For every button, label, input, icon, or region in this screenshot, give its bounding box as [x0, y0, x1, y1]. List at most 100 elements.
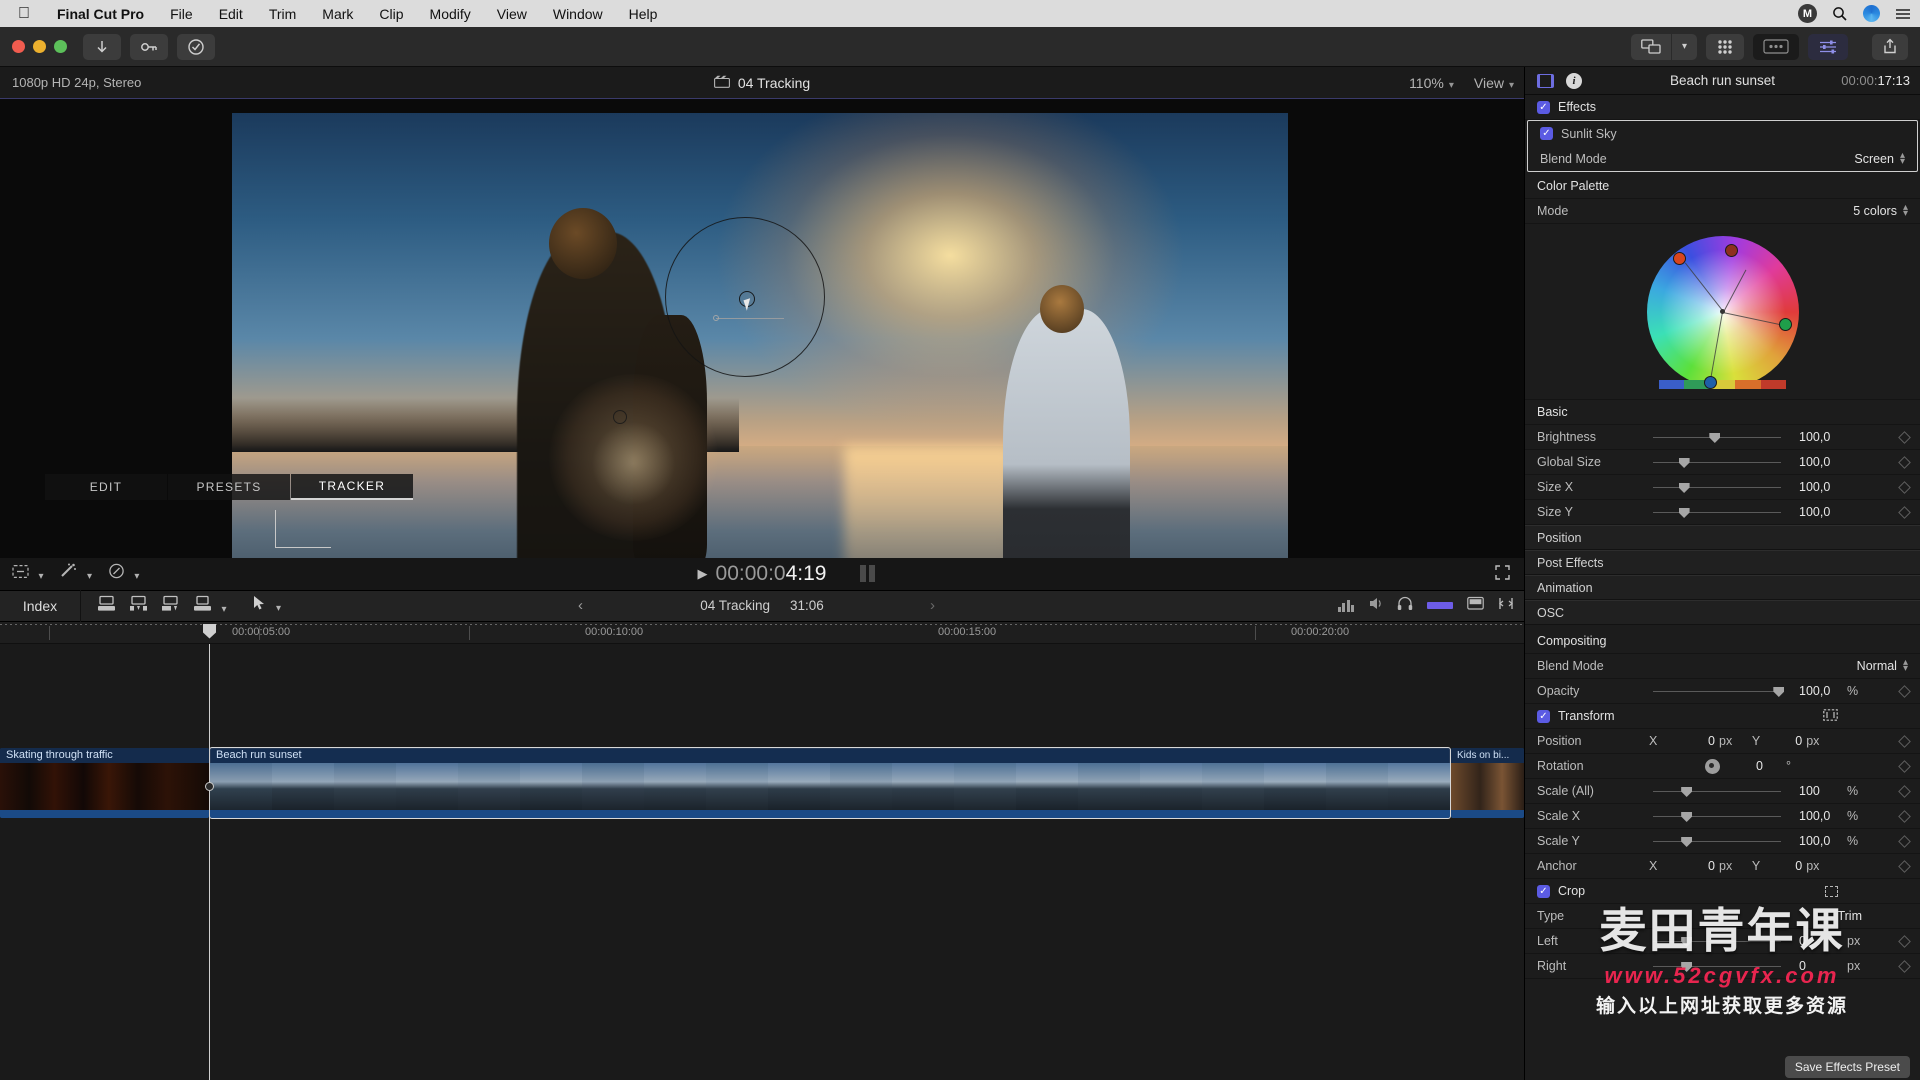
keyframe-icon[interactable] — [1898, 784, 1911, 798]
tracker-corner-handle[interactable] — [275, 509, 331, 548]
keyframe-icon[interactable] — [1898, 505, 1911, 519]
keyframe-icon[interactable] — [1898, 480, 1911, 494]
keyframe-icon[interactable] — [1898, 859, 1911, 873]
fullscreen-icon[interactable] — [1495, 564, 1510, 583]
tab-tracker[interactable]: TRACKER — [291, 473, 413, 500]
keyframe-icon[interactable] — [1898, 834, 1911, 848]
swatch-1[interactable] — [1658, 380, 1685, 389]
size-y-slider[interactable] — [1653, 506, 1781, 518]
keyframe-icon[interactable] — [1898, 455, 1911, 469]
timeline-playhead[interactable] — [203, 623, 216, 1080]
crop-left-slider[interactable] — [1653, 935, 1781, 947]
section-post-effects[interactable]: Post Effects — [1525, 550, 1920, 575]
transform-anchor-row[interactable]: Anchor X 0 px Y 0 px — [1525, 854, 1920, 879]
transform-rotation-row[interactable]: Rotation 0 ° — [1525, 754, 1920, 779]
compositing-opacity-row[interactable]: Opacity 100,0 % — [1525, 679, 1920, 704]
chevron-right-icon[interactable]: › — [930, 597, 935, 614]
section-animation[interactable]: Animation — [1525, 575, 1920, 600]
osc-handle-line[interactable] — [716, 318, 784, 319]
transform-scale-y-row[interactable]: Scale Y 100,0 % — [1525, 829, 1920, 854]
osc-small-circle[interactable] — [613, 410, 627, 424]
timeline-pane[interactable]: 00:00:05:00 00:00:10:00 00:00:15:00 00:0… — [0, 621, 1524, 1080]
zoom-level-popup[interactable]: 110% ▾ — [1409, 75, 1454, 91]
clip-trim-handle[interactable] — [205, 781, 214, 791]
timeline-index-button[interactable]: Index — [0, 598, 80, 614]
playhead-timecode[interactable]: ▶ 00:00:04:19 — [698, 562, 827, 586]
crop-type-row[interactable]: Type Trim — [1525, 904, 1920, 929]
section-osc[interactable]: OSC — [1525, 600, 1920, 625]
keyframe-icon[interactable] — [1898, 734, 1911, 748]
crop-header[interactable]: ✓ Crop — [1525, 879, 1920, 904]
section-position[interactable]: Position — [1525, 525, 1920, 550]
size-y-value[interactable]: 100,0 — [1781, 505, 1847, 519]
menu-item-trim[interactable]: Trim — [256, 6, 309, 22]
opacity-value[interactable]: 100,0 — [1781, 684, 1847, 698]
comp-blend-popup[interactable]: Normal ▴ ▾ — [1857, 658, 1908, 674]
connect-edit-icon[interactable]: ▾ — [193, 595, 226, 617]
menu-item-help[interactable]: Help — [616, 6, 671, 22]
keyword-editor-button[interactable] — [130, 33, 168, 60]
chevron-left-icon[interactable]: ‹ — [578, 597, 583, 614]
param-global-size[interactable]: Global Size 100,0 — [1525, 450, 1920, 475]
timeline-view-options-icon[interactable]: ▾ — [12, 564, 43, 584]
control-center-icon[interactable] — [1863, 5, 1880, 22]
menu-item-view[interactable]: View — [484, 6, 540, 22]
view-options-popup[interactable]: View ▾ — [1474, 75, 1514, 91]
timeline-clip-kids-on-bikes[interactable]: Kids on bi... — [1451, 747, 1524, 818]
position-x-value[interactable]: 0 — [1673, 734, 1715, 748]
menu-item-final-cut-pro[interactable]: Final Cut Pro — [44, 6, 157, 22]
menu-item-modify[interactable]: Modify — [417, 6, 484, 22]
user-badge-icon[interactable]: M — [1798, 4, 1817, 23]
transform-scale-x-row[interactable]: Scale X 100,0 % — [1525, 804, 1920, 829]
keyframe-icon[interactable] — [1898, 684, 1911, 698]
timeline-clip-beach-run[interactable]: Beach run sunset — [209, 746, 1451, 819]
apple-icon[interactable]:  — [12, 5, 44, 22]
position-y-value[interactable]: 0 — [1760, 734, 1802, 748]
global-size-value[interactable]: 100,0 — [1781, 455, 1847, 469]
keyframe-icon[interactable] — [1898, 959, 1911, 973]
menu-item-clip[interactable]: Clip — [366, 6, 416, 22]
effect-blend-mode-row[interactable]: Blend Mode Screen ▴ ▾ — [1528, 146, 1917, 171]
swatch-5[interactable] — [1760, 380, 1787, 389]
opacity-slider[interactable] — [1653, 685, 1785, 697]
display-mirror-icon[interactable] — [1631, 33, 1672, 60]
timeline-lanes[interactable]: Skating through traffic Beach run sunset — [0, 623, 1524, 1080]
overwrite-edit-icon[interactable] — [161, 595, 180, 617]
tab-presets[interactable]: PRESETS — [168, 473, 290, 500]
osc-handle-dot[interactable] — [713, 315, 719, 321]
audio-meter-icon[interactable] — [1337, 599, 1354, 612]
crop-type-popup[interactable]: Trim — [1837, 909, 1862, 923]
import-media-button[interactable] — [83, 33, 121, 60]
anchor-x-value[interactable]: 0 — [1673, 859, 1715, 873]
scale-y-slider[interactable] — [1653, 835, 1781, 847]
menu-list-icon[interactable] — [1894, 5, 1912, 23]
keyframe-icon[interactable] — [1898, 430, 1911, 444]
palette-mode-popup[interactable]: 5 colors ▴ ▾ — [1853, 203, 1908, 219]
sunlit-sky-checkbox[interactable]: ✓ — [1540, 127, 1553, 140]
palette-swatch-bar[interactable] — [1658, 380, 1787, 389]
transform-header[interactable]: ✓ Transform — [1525, 704, 1920, 729]
size-x-value[interactable]: 100,0 — [1781, 480, 1847, 494]
audio-meters-toggle[interactable] — [1427, 602, 1453, 609]
close-button[interactable] — [12, 40, 25, 53]
timeline-ruler[interactable]: 00:00:05:00 00:00:10:00 00:00:15:00 00:0… — [0, 621, 1524, 644]
rotation-dial[interactable] — [1705, 758, 1720, 774]
audio-skimming-icon[interactable] — [1368, 596, 1383, 616]
color-wheel[interactable] — [1646, 235, 1799, 389]
menu-item-window[interactable]: Window — [540, 6, 616, 22]
wheel-point-2[interactable] — [1724, 243, 1738, 257]
menu-item-file[interactable]: File — [157, 6, 206, 22]
timeline-clip-skating[interactable]: Skating through traffic — [0, 747, 209, 818]
sunlit-sky-header[interactable]: ✓ Sunlit Sky — [1528, 121, 1917, 146]
effect-blend-mode-popup[interactable]: Screen ▴ ▾ — [1854, 150, 1905, 166]
keyframe-icon[interactable] — [1898, 809, 1911, 823]
transform-position-row[interactable]: Position X 0 px Y 0 px — [1525, 729, 1920, 754]
minimize-button[interactable] — [33, 40, 46, 53]
global-size-slider[interactable] — [1653, 456, 1781, 468]
app-grid-icon[interactable] — [1706, 34, 1744, 60]
crop-right-slider[interactable] — [1653, 960, 1781, 972]
brightness-slider[interactable] — [1653, 431, 1781, 443]
solo-headphones-icon[interactable] — [1397, 596, 1413, 616]
wheel-point-1[interactable] — [1672, 251, 1686, 265]
scale-y-value[interactable]: 100,0 — [1781, 834, 1847, 848]
